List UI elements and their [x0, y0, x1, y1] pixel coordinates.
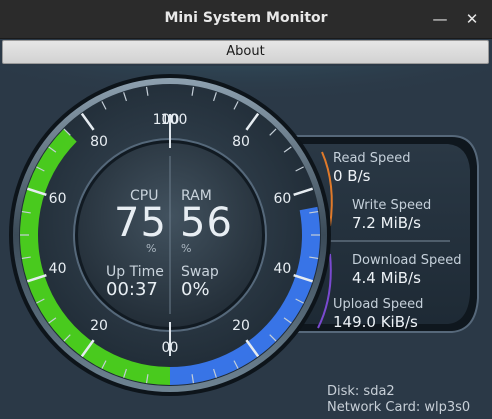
upload-speed-value: 149.0 KiB/s	[333, 313, 418, 331]
ram-value: 56	[180, 200, 233, 246]
cpu-value: 75	[114, 200, 167, 246]
cpu-unit: %	[146, 242, 157, 255]
monitor-panel: 0 20 40 60 80 100 0 20 40 60 80 100 CPU 75 % RAM 56…	[0, 66, 492, 419]
read-speed-label: Read Speed	[333, 151, 411, 166]
swap-label: Swap	[181, 264, 219, 280]
ram-tick-label: 80	[232, 133, 250, 150]
ram-tick-label: 100	[160, 112, 188, 128]
minimize-icon[interactable]: —	[430, 9, 450, 29]
download-speed-value: 4.4 MiB/s	[352, 269, 421, 287]
uptime-label: Up Time	[106, 264, 164, 280]
write-speed-label: Write Speed	[352, 198, 432, 213]
read-speed-value: 0 B/s	[333, 167, 371, 185]
swap-value: 0%	[181, 279, 210, 300]
ram-tick-label: 60	[273, 190, 292, 207]
about-button[interactable]: About	[2, 40, 489, 64]
window-title: Mini System Monitor	[164, 10, 328, 26]
ram-tick-label: 20	[232, 318, 250, 335]
cpu-tick-label: 80	[90, 133, 108, 150]
cpu-tick-label: 20	[90, 318, 108, 335]
title-bar: Mini System Monitor — ✕	[0, 0, 492, 39]
cpu-tick-label: 40	[48, 261, 67, 278]
gauge-graphics	[0, 66, 492, 419]
close-icon[interactable]: ✕	[462, 9, 482, 29]
cpu-tick-label: 60	[48, 190, 67, 207]
network-info: Network Card: wlp3s0	[327, 400, 471, 415]
ram-tick-label: 40	[273, 261, 292, 278]
ram-tick-label: 0	[169, 340, 179, 356]
write-speed-value: 7.2 MiB/s	[352, 214, 421, 232]
download-speed-label: Download Speed	[352, 253, 462, 268]
uptime-value: 00:37	[106, 279, 158, 300]
ram-unit: %	[181, 242, 192, 255]
disk-info: Disk: sda2	[327, 384, 395, 399]
upload-speed-label: Upload Speed	[333, 297, 424, 312]
